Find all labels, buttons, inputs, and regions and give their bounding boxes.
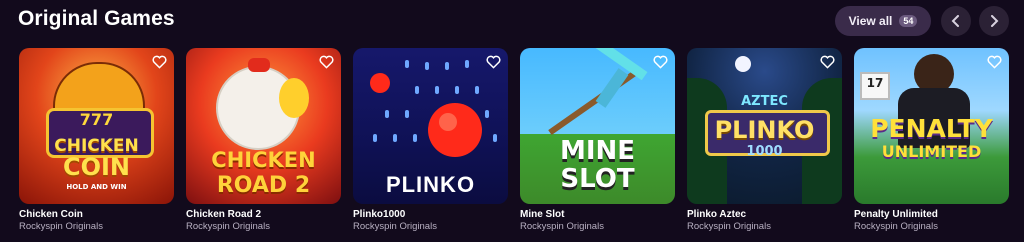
chicken-comb — [248, 58, 270, 72]
art-title-aztec: AZTEC — [741, 94, 788, 109]
game-provider: Rockyspin Originals — [19, 221, 103, 232]
art-title-coin: COIN — [62, 153, 131, 181]
game-provider: Rockyspin Originals — [186, 221, 270, 232]
moon-illustration — [735, 56, 751, 72]
favorite-heart-icon[interactable] — [987, 55, 1002, 69]
game-thumbnail[interactable]: CHICKEN ROAD 2 — [186, 48, 341, 204]
view-all-button[interactable]: View all 54 — [835, 6, 931, 36]
game-thumbnail[interactable]: AZTEC PLINKO 1000 — [687, 48, 842, 204]
section-title: Original Games — [18, 7, 175, 30]
game-card-penalty-unlimited[interactable]: 17 PENALTY UNLIMITED Penalty Unlimited R… — [854, 48, 1009, 232]
art-title-plinko: PLINKO — [714, 116, 815, 144]
art-title-unlimited: UNLIMITED — [881, 142, 982, 161]
favorite-heart-icon[interactable] — [152, 55, 167, 69]
game-name[interactable]: Chicken Road 2 — [186, 209, 261, 220]
art-title-1000: 1000 — [746, 144, 783, 159]
art-subtitle: HOLD AND WIN — [66, 183, 127, 191]
game-card-chicken-coin[interactable]: 777 CHICKEN COIN HOLD AND WIN Chicken Co… — [19, 48, 174, 232]
art-title-penalty: PENALTY — [870, 114, 993, 143]
art-title-777: 777 — [79, 110, 114, 129]
game-thumbnail[interactable]: PLINKO — [353, 48, 508, 204]
game-name[interactable]: Penalty Unlimited — [854, 209, 938, 220]
game-name[interactable]: Mine Slot — [520, 209, 564, 220]
games-count-badge: 54 — [899, 15, 918, 27]
game-card-plinko-aztec[interactable]: AZTEC PLINKO 1000 Plinko Aztec Rockyspin… — [687, 48, 842, 232]
favorite-heart-icon[interactable] — [820, 55, 835, 69]
game-card-chicken-road-2[interactable]: CHICKEN ROAD 2 Chicken Road 2 Rockyspin … — [186, 48, 341, 232]
game-name[interactable]: Chicken Coin — [19, 209, 83, 220]
game-name[interactable]: Plinko1000 — [353, 209, 405, 220]
carousel-next-button[interactable] — [979, 6, 1009, 36]
art-title-plinko: PLINKO — [385, 172, 476, 197]
game-provider: Rockyspin Originals — [353, 221, 437, 232]
game-card-mine-slot[interactable]: MINE SLOT Mine Slot Rockyspin Originals — [520, 48, 675, 232]
art-title-road-2: ROAD 2 — [216, 173, 311, 198]
art-title-slot: SLOT — [560, 164, 635, 194]
game-name[interactable]: Plinko Aztec — [687, 209, 746, 220]
chevron-right-icon — [991, 15, 999, 27]
game-thumbnail[interactable]: MINE SLOT — [520, 48, 675, 204]
art-title-chicken: CHICKEN — [211, 148, 316, 172]
chick-illustration — [279, 78, 309, 118]
favorite-heart-icon[interactable] — [486, 55, 501, 69]
favorite-heart-icon[interactable] — [653, 55, 668, 69]
art-number-17: 17 — [866, 76, 884, 90]
art-title-mine: MINE — [559, 136, 636, 166]
game-provider: Rockyspin Originals — [687, 221, 771, 232]
game-provider: Rockyspin Originals — [520, 221, 604, 232]
favorite-heart-icon[interactable] — [319, 55, 334, 69]
game-thumbnail[interactable]: 777 CHICKEN COIN HOLD AND WIN — [19, 48, 174, 204]
game-thumbnail[interactable]: 17 PENALTY UNLIMITED — [854, 48, 1009, 204]
chevron-left-icon — [951, 15, 959, 27]
view-all-label: View all — [848, 14, 893, 28]
game-provider: Rockyspin Originals — [854, 221, 938, 232]
carousel-prev-button[interactable] — [941, 6, 971, 36]
game-card-plinko1000[interactable]: PLINKO Plinko1000 Rockyspin Originals — [353, 48, 508, 232]
pickaxe-illustration — [548, 48, 648, 136]
